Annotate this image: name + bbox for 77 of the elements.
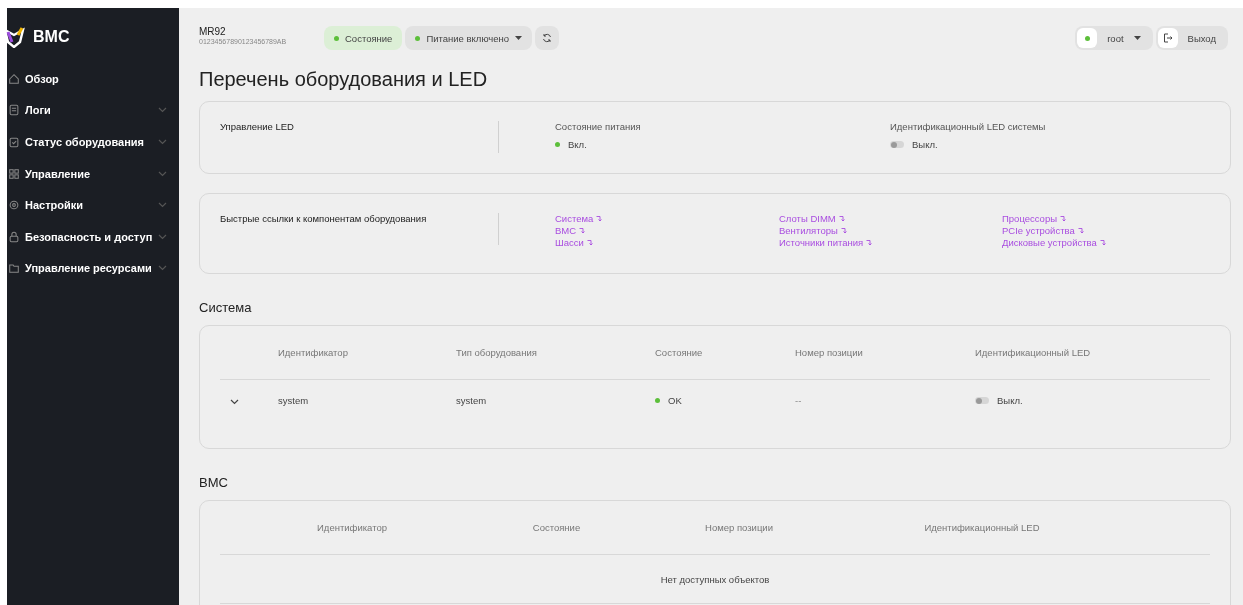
toggle-switch[interactable] xyxy=(890,141,904,148)
sidebar-item[interactable]: Управление ресурсами xyxy=(7,252,179,285)
quick-link[interactable]: Источники питания xyxy=(779,237,873,248)
field-value: Выкл. xyxy=(912,139,938,150)
logout-icon xyxy=(1162,33,1173,43)
empty-message: Нет доступных объектов xyxy=(660,573,770,585)
logout-button[interactable]: Выход xyxy=(1155,26,1228,50)
field-label: Состояние питания xyxy=(555,121,642,132)
quick-link[interactable]: Слоты DIMM xyxy=(779,213,845,224)
folder-icon xyxy=(8,262,20,275)
chevron-icon xyxy=(230,399,239,405)
caret-icon xyxy=(515,36,523,40)
arrow-icon xyxy=(586,239,593,246)
card-title: Управление LED xyxy=(220,121,295,134)
column-header: Идентификационный LED xyxy=(975,347,1092,358)
clipboard-icon xyxy=(8,136,20,148)
column-header: Номер позиции xyxy=(705,522,773,533)
table-cell-text: system xyxy=(278,395,310,406)
quick-link[interactable]: BMC xyxy=(555,225,586,236)
settings-icon xyxy=(8,199,20,212)
section-heading: Система xyxy=(199,300,253,315)
quick-link[interactable]: Шасси xyxy=(555,237,593,248)
refresh-icon xyxy=(542,33,553,43)
column-header: Идентификатор xyxy=(317,522,387,533)
column-header: Идентификационный LED xyxy=(924,522,1040,533)
arrow-icon xyxy=(1099,239,1106,246)
chevron-icon xyxy=(158,170,167,177)
table-cell: OK xyxy=(668,395,682,406)
toggle-switch[interactable] xyxy=(975,397,989,404)
user-dropdown[interactable]: root xyxy=(1075,26,1153,50)
caret-icon xyxy=(1133,36,1141,40)
field-label: Идентификационный LED системы xyxy=(890,121,1047,132)
column-header: Номер позиции xyxy=(795,347,864,358)
home-icon xyxy=(8,72,20,85)
status-button[interactable]: Состояние xyxy=(324,26,403,50)
power-dropdown[interactable]: Питание включено xyxy=(405,26,533,50)
arrow-icon xyxy=(838,215,845,222)
arrow-icon xyxy=(596,215,603,222)
quick-link[interactable]: PCIe устройства xyxy=(1002,225,1084,236)
sidebar-item[interactable]: Настройки xyxy=(7,189,179,221)
server-model: MR92 xyxy=(199,26,227,37)
arrow-icon xyxy=(1077,227,1084,234)
lock-icon xyxy=(8,230,20,243)
sidebar-item[interactable]: Логи xyxy=(7,94,179,127)
grid-icon xyxy=(8,167,20,180)
quick-link[interactable]: Процессоры xyxy=(1002,213,1066,224)
column-header: Тип оборудования xyxy=(456,347,538,358)
quick-link[interactable]: Вентиляторы xyxy=(779,225,847,236)
section-heading: BMC xyxy=(199,475,229,490)
brand-name: BMC xyxy=(33,28,70,46)
sidebar-item[interactable]: Безопасность и доступ xyxy=(7,220,179,253)
table-cell-text: -- xyxy=(795,395,803,406)
sidebar-item[interactable]: Обзор xyxy=(7,63,179,95)
arrow-icon xyxy=(840,227,847,234)
quick-link[interactable]: Дисковые устройства xyxy=(1002,237,1106,248)
chevron-icon xyxy=(158,107,167,114)
sidebar-item[interactable]: Статус оборудования xyxy=(7,126,179,158)
chevron-icon xyxy=(158,202,167,209)
chevron-icon xyxy=(158,265,167,272)
chevron-icon xyxy=(158,233,167,240)
quick-link[interactable]: Система xyxy=(555,213,603,224)
arrow-icon xyxy=(1060,215,1066,222)
table-cell-text: system xyxy=(456,395,488,406)
table-cell: Выкл. xyxy=(997,395,1023,406)
page-title: Перечень оборудования и LED xyxy=(199,68,489,91)
arrow-icon xyxy=(866,239,873,246)
column-header: Состояние xyxy=(532,522,581,533)
logo-icon xyxy=(3,26,25,48)
document-icon xyxy=(8,104,20,117)
card-title: Быстрые ссылки к компонентам оборудования xyxy=(220,213,428,226)
field-value: Вкл. xyxy=(568,139,587,150)
column-header: Идентификатор xyxy=(278,347,349,358)
refresh-button[interactable] xyxy=(535,26,560,50)
sidebar-item[interactable]: Управление xyxy=(7,157,179,190)
column-header: Состояние xyxy=(655,347,704,358)
chevron-icon xyxy=(158,139,167,145)
arrow-icon xyxy=(579,227,586,234)
